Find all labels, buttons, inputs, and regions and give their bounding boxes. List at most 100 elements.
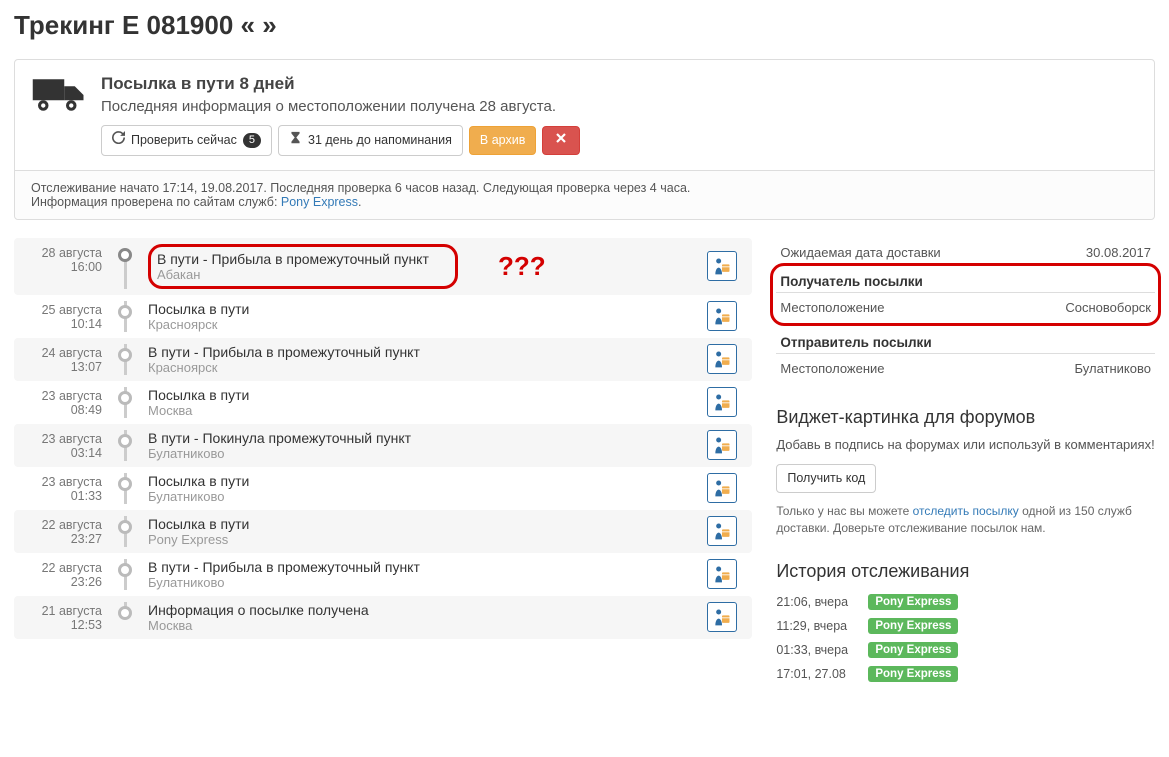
- archive-button[interactable]: В архив: [469, 126, 536, 156]
- check-now-label: Проверить сейчас: [131, 132, 237, 150]
- carrier-badge[interactable]: [707, 344, 737, 374]
- history-time: 01:33, вчера: [776, 643, 860, 657]
- history-time: 11:29, вчера: [776, 619, 860, 633]
- recipient-location-row: Местоположение Сосновоборск: [776, 293, 1155, 322]
- timeline-body: В пути - Прибыла в промежуточный пунктКр…: [138, 344, 700, 375]
- timeline-location: Булатниково: [148, 489, 700, 504]
- timeline-body: В пути - Прибыла в промежуточный пунктАб…: [138, 244, 700, 289]
- carrier-badge[interactable]: [707, 473, 737, 503]
- carrier-badge[interactable]: [707, 516, 737, 546]
- history-item: 01:33, вчера Pony Express: [776, 638, 1155, 662]
- timeline-row: 23 августа08:49 Посылка в путиМосква: [14, 381, 752, 424]
- footer-dot: .: [358, 195, 361, 209]
- timeline-dot-col: [112, 430, 138, 461]
- timeline-dot-icon: [118, 348, 132, 362]
- check-now-button[interactable]: Проверить сейчас 5: [101, 125, 272, 156]
- carrier-badge[interactable]: [707, 602, 737, 632]
- expected-delivery-value: 30.08.2017: [1086, 245, 1151, 260]
- expected-delivery-label: Ожидаемая дата доставки: [780, 245, 940, 260]
- timeline-status: Посылка в пути: [148, 473, 700, 489]
- timeline-row: 22 августа23:27 Посылка в путиPony Expres…: [14, 510, 752, 553]
- carrier-badge[interactable]: [707, 251, 737, 281]
- widget-desc: Добавь в подпись на форумах или использу…: [776, 436, 1155, 454]
- timeline-date: 23 августа08:49: [14, 387, 112, 418]
- timeline-location: Pony Express: [148, 532, 700, 547]
- history-service-pill[interactable]: Pony Express: [868, 666, 958, 682]
- timeline-dot-col: [112, 559, 138, 590]
- delete-button[interactable]: [542, 126, 580, 156]
- timeline-location: Москва: [148, 403, 700, 418]
- timeline-date: 28 августа16:00: [14, 244, 112, 289]
- sender-location-label: Местоположение: [780, 361, 884, 376]
- timeline-status: В пути - Прибыла в промежуточный пункт: [148, 559, 700, 575]
- get-code-button[interactable]: Получить код: [776, 464, 876, 494]
- timeline-date: 25 августа10:14: [14, 301, 112, 332]
- annotation-highlight-box: В пути - Прибыла в промежуточный пунктАб…: [148, 244, 458, 289]
- timeline-body: В пути - Покинула промежуточный пунктБул…: [138, 430, 700, 461]
- annotation-question: ???: [498, 251, 546, 282]
- recipient-location-value: Сосновоборск: [1065, 300, 1151, 315]
- timeline-location: Красноярск: [148, 360, 700, 375]
- timeline-status: Информация о посылке получена: [148, 602, 700, 618]
- timeline-body: Посылка в путиБулатниково: [138, 473, 700, 504]
- track-parcel-link[interactable]: отследить посылку: [913, 504, 1019, 518]
- timeline-dot-col: [112, 602, 138, 633]
- carrier-badge[interactable]: [707, 559, 737, 589]
- footer-service-link[interactable]: Pony Express: [281, 195, 358, 209]
- carrier-badge[interactable]: [707, 430, 737, 460]
- timeline-location: Абакан: [157, 267, 449, 282]
- timeline-dot-col: [112, 344, 138, 375]
- history-time: 21:06, вчера: [776, 595, 860, 609]
- timeline-date: 24 августа13:07: [14, 344, 112, 375]
- remind-button[interactable]: 31 день до напоминания: [278, 125, 463, 156]
- truck-icon: [31, 74, 87, 114]
- sender-location-row: Местоположение Булатниково: [776, 354, 1155, 383]
- timeline-body: Посылка в путиМосква: [138, 387, 700, 418]
- status-footer: Отслеживание начато 17:14, 19.08.2017. П…: [15, 170, 1154, 219]
- history-title: История отслеживания: [776, 561, 1155, 582]
- history-time: 17:01, 27.08: [776, 667, 860, 681]
- timeline-location: Красноярск: [148, 317, 700, 332]
- timeline-status: В пути - Прибыла в промежуточный пункт: [148, 344, 700, 360]
- page-title: Трекинг E 081900 « »: [14, 10, 1155, 41]
- timeline-dot-col: [112, 301, 138, 332]
- history-service-pill[interactable]: Pony Express: [868, 594, 958, 610]
- timeline-date: 22 августа23:26: [14, 559, 112, 590]
- timeline-dot-icon: [118, 434, 132, 448]
- timeline-dot-icon: [118, 520, 132, 534]
- timeline-date: 22 августа23:27: [14, 516, 112, 547]
- check-now-badge: 5: [243, 133, 261, 148]
- timeline-body: Посылка в путиКрасноярск: [138, 301, 700, 332]
- history-item: 21:06, вчера Pony Express: [776, 590, 1155, 614]
- carrier-badge[interactable]: [707, 387, 737, 417]
- timeline-date: 21 августа12:53: [14, 602, 112, 633]
- sender-location-value: Булатниково: [1075, 361, 1151, 376]
- timeline-row: 24 августа13:07 В пути - Прибыла в промеж…: [14, 338, 752, 381]
- timeline-body: В пути - Прибыла в промежуточный пунктБу…: [138, 559, 700, 590]
- timeline-dot-icon: [118, 606, 132, 620]
- timeline-row: 21 августа12:53 Информация о посылке полу…: [14, 596, 752, 639]
- timeline-row: 23 августа03:14В пути - Покинула промежу…: [14, 424, 752, 467]
- timeline-body: Посылка в путиPony Express: [138, 516, 700, 547]
- carrier-badge[interactable]: [707, 301, 737, 331]
- history-list: 21:06, вчера Pony Express 11:29, вчера Pony…: [776, 590, 1155, 686]
- history-service-pill[interactable]: Pony Express: [868, 642, 958, 658]
- timeline-status: Посылка в пути: [148, 516, 700, 532]
- sender-header: Отправитель посылки: [776, 328, 1155, 354]
- history-service-pill[interactable]: Pony Express: [868, 618, 958, 634]
- recipient-location-label: Местоположение: [780, 300, 884, 315]
- widget-title: Виджет-картинка для форумов: [776, 407, 1155, 428]
- timeline-row: 22 августа23:26 В пути - Прибыла в промеж…: [14, 553, 752, 596]
- expected-delivery-row: Ожидаемая дата доставки 30.08.2017: [776, 238, 1155, 267]
- timeline-date: 23 августа01:33: [14, 473, 112, 504]
- timeline-dot-icon: [118, 563, 132, 577]
- timeline-dot-col: [112, 244, 138, 289]
- timeline-dot-col: [112, 516, 138, 547]
- timeline-status: Посылка в пути: [148, 387, 700, 403]
- history-item: 17:01, 27.08 Pony Express: [776, 662, 1155, 686]
- timeline: 28 августа16:00 В пути - Прибыла в промеж…: [14, 238, 752, 686]
- remind-label: 31 день до напоминания: [308, 132, 452, 150]
- timeline-dot-icon: [118, 477, 132, 491]
- hourglass-icon: [289, 131, 302, 150]
- timeline-dot-icon: [118, 391, 132, 405]
